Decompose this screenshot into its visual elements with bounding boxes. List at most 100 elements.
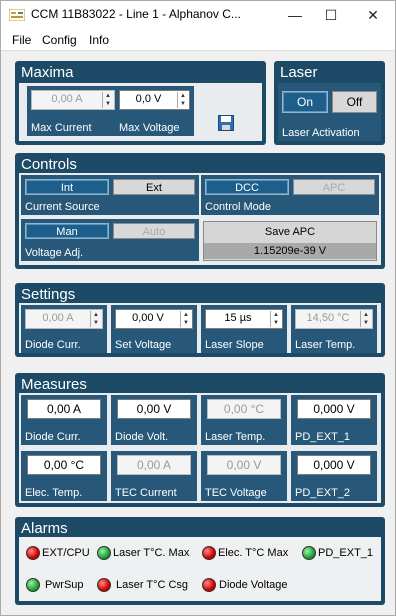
alarm-pd-ext-1-label: PD_EXT_1 — [318, 547, 374, 559]
max-current-label: Max Current — [31, 122, 92, 134]
alarm-laser-temp-max-label: Laser T°C. Max — [113, 547, 190, 559]
spin-arrows-icon[interactable]: ▲ ▼ — [177, 92, 188, 108]
save-icon[interactable] — [218, 115, 234, 131]
alarm-elec-temp-max-led-icon — [202, 546, 216, 560]
alarms-group: Alarms EXT/CPU Laser T°C. Max Elec. T°C … — [15, 517, 385, 605]
controls-group: Controls Int Ext Current Source DCC APC … — [15, 153, 385, 269]
maxima-group: Maxima 0,00 A ▲ ▼ Max Current 0,0 V ▲ ▼ Ma… — [15, 61, 266, 145]
laser-group: Laser On Off Laser Activation — [274, 61, 385, 145]
tec-voltage-label: TEC Voltage — [205, 487, 267, 499]
settings-laser-temp-spinbox[interactable]: 14,50 °C ▲ ▼ — [295, 309, 373, 329]
laser-title: Laser — [280, 64, 318, 81]
settings-group: Settings 0,00 A ▲ ▼ Diode Curr. 0,00 V ▲ ▼… — [15, 283, 385, 357]
laser-on-button[interactable]: On — [282, 91, 328, 113]
alarm-diode-voltage-label: Diode Voltage — [219, 579, 288, 591]
controls-title: Controls — [21, 156, 77, 173]
alarm-pd-ext-1-led-icon — [302, 546, 316, 560]
alarm-pwrsup-label: PwrSup — [45, 579, 84, 591]
close-button[interactable]: ✕ — [353, 1, 393, 29]
alarms-title: Alarms — [21, 520, 68, 537]
settings-diode-curr-cell: 0,00 A ▲ ▼ Diode Curr. — [21, 305, 107, 353]
set-voltage-spinbox[interactable]: 0,00 V ▲ ▼ — [115, 309, 193, 329]
int-button[interactable]: Int — [25, 179, 109, 195]
diode-volt-label: Diode Volt. — [115, 431, 169, 443]
title-bar[interactable]: CCM 11B83022 - Line 1 - Alphanov C... — … — [1, 1, 395, 29]
menu-info[interactable]: Info — [89, 33, 109, 47]
alarm-laser-temp-csg-label: Laser T°C Csg — [116, 579, 189, 591]
alarm-pwrsup-led-icon — [26, 578, 40, 592]
laser-slope-spinbox[interactable]: 15 µs ▲ ▼ — [205, 309, 283, 329]
auto-button[interactable]: Auto — [113, 223, 195, 239]
diode-volt-value: 0,00 V — [117, 399, 191, 419]
tec-voltage-cell: 0,00 V TEC Voltage — [201, 451, 287, 501]
save-apc-button[interactable]: Save APC 1.15209e-39 V — [203, 221, 377, 261]
measures-laser-temp-value: 0,00 °C — [207, 399, 281, 419]
set-voltage-cell: 0,00 V ▲ ▼ Set Voltage — [111, 305, 197, 353]
measures-diode-curr-label: Diode Curr. — [25, 431, 81, 443]
alarm-diode-voltage-led-icon — [202, 578, 216, 592]
max-voltage-spinbox[interactable]: 0,0 V ▲ ▼ — [119, 90, 190, 110]
measures-title: Measures — [21, 376, 87, 393]
set-voltage-value: 0,00 V — [132, 312, 164, 324]
save-apc-label: Save APC — [264, 226, 316, 238]
man-button[interactable]: Man — [25, 223, 109, 239]
current-source-label: Current Source — [25, 201, 100, 213]
elec-temp-value: 0,00 °C — [27, 455, 101, 475]
alarm-ext-cpu-led-icon — [26, 546, 40, 560]
app-logo-icon — [9, 9, 25, 21]
spin-arrows-icon[interactable]: ▲ ▼ — [90, 311, 101, 327]
measures-diode-curr-cell: 0,00 A Diode Curr. — [21, 395, 107, 445]
measures-laser-temp-cell: 0,00 °C Laser Temp. — [201, 395, 287, 445]
voltage-adj-label: Voltage Adj. — [25, 247, 84, 259]
max-current-spinbox[interactable]: 0,00 A ▲ ▼ — [31, 90, 115, 110]
settings-title: Settings — [21, 286, 76, 303]
save-apc-value: 1.15209e-39 V — [204, 243, 376, 259]
pd-ext-1-label: PD_EXT_1 — [295, 431, 351, 443]
dcc-button[interactable]: DCC — [205, 179, 289, 195]
laser-off-button[interactable]: Off — [332, 91, 377, 113]
minimize-button[interactable]: — — [275, 1, 315, 29]
set-voltage-label: Set Voltage — [115, 339, 172, 351]
pd-ext-2-value: 0,000 V — [297, 455, 371, 475]
settings-laser-temp-cell: 14,50 °C ▲ ▼ Laser Temp. — [291, 305, 377, 353]
pd-ext-1-cell: 0,000 V PD_EXT_1 — [291, 395, 377, 445]
spin-arrows-icon[interactable]: ▲ ▼ — [360, 311, 371, 327]
maximize-button[interactable]: ☐ — [311, 1, 351, 29]
settings-laser-temp-value: 14,50 °C — [306, 312, 350, 324]
elec-temp-label: Elec. Temp. — [25, 487, 83, 499]
pd-ext-1-value: 0,000 V — [297, 399, 371, 419]
laser-slope-value: 15 µs — [224, 312, 252, 324]
spin-arrows-icon[interactable]: ▲ ▼ — [180, 311, 191, 327]
max-voltage-cell: 0,0 V ▲ ▼ Max Voltage — [115, 86, 194, 136]
window-title: CCM 11B83022 - Line 1 - Alphanov C... — [31, 7, 241, 21]
settings-diode-curr-label: Diode Curr. — [25, 339, 81, 351]
max-voltage-value: 0,0 V — [135, 93, 162, 105]
laser-activation-label: Laser Activation — [282, 127, 360, 139]
menu-config[interactable]: Config — [42, 33, 77, 47]
control-mode-label: Control Mode — [205, 201, 272, 213]
alarm-ext-cpu-label: EXT/CPU — [42, 547, 90, 559]
tec-current-cell: 0,00 A TEC Current — [111, 451, 197, 501]
diode-volt-cell: 0,00 V Diode Volt. — [111, 395, 197, 445]
settings-laser-temp-label: Laser Temp. — [295, 339, 356, 351]
spin-arrows-icon[interactable]: ▲ ▼ — [270, 311, 281, 327]
voltage-adj-cell: Man Auto Voltage Adj. — [21, 219, 199, 261]
settings-diode-curr-value: 0,00 A — [42, 312, 74, 324]
menu-file[interactable]: File — [12, 33, 31, 47]
laser-slope-label: Laser Slope — [205, 339, 264, 351]
alarm-elec-temp-max-label: Elec. T°C Max — [218, 547, 289, 559]
current-source-cell: Int Ext Current Source — [21, 175, 199, 215]
tec-voltage-value: 0,00 V — [207, 455, 281, 475]
settings-diode-curr-spinbox[interactable]: 0,00 A ▲ ▼ — [25, 309, 103, 329]
spin-arrows-icon[interactable]: ▲ ▼ — [102, 92, 113, 108]
max-voltage-label: Max Voltage — [119, 122, 180, 134]
measures-laser-temp-label: Laser Temp. — [205, 431, 266, 443]
ext-button[interactable]: Ext — [113, 179, 195, 195]
control-mode-cell: DCC APC Control Mode — [201, 175, 379, 215]
measures-group: Measures 0,00 A Diode Curr. 0,00 V Diode… — [15, 373, 385, 507]
apc-button[interactable]: APC — [293, 179, 375, 195]
alarm-laser-temp-csg-led-icon — [97, 578, 111, 592]
pd-ext-2-cell: 0,000 V PD_EXT_2 — [291, 451, 377, 501]
laser-activation-cell: On Off Laser Activation — [278, 83, 381, 141]
pd-ext-2-label: PD_EXT_2 — [295, 487, 351, 499]
